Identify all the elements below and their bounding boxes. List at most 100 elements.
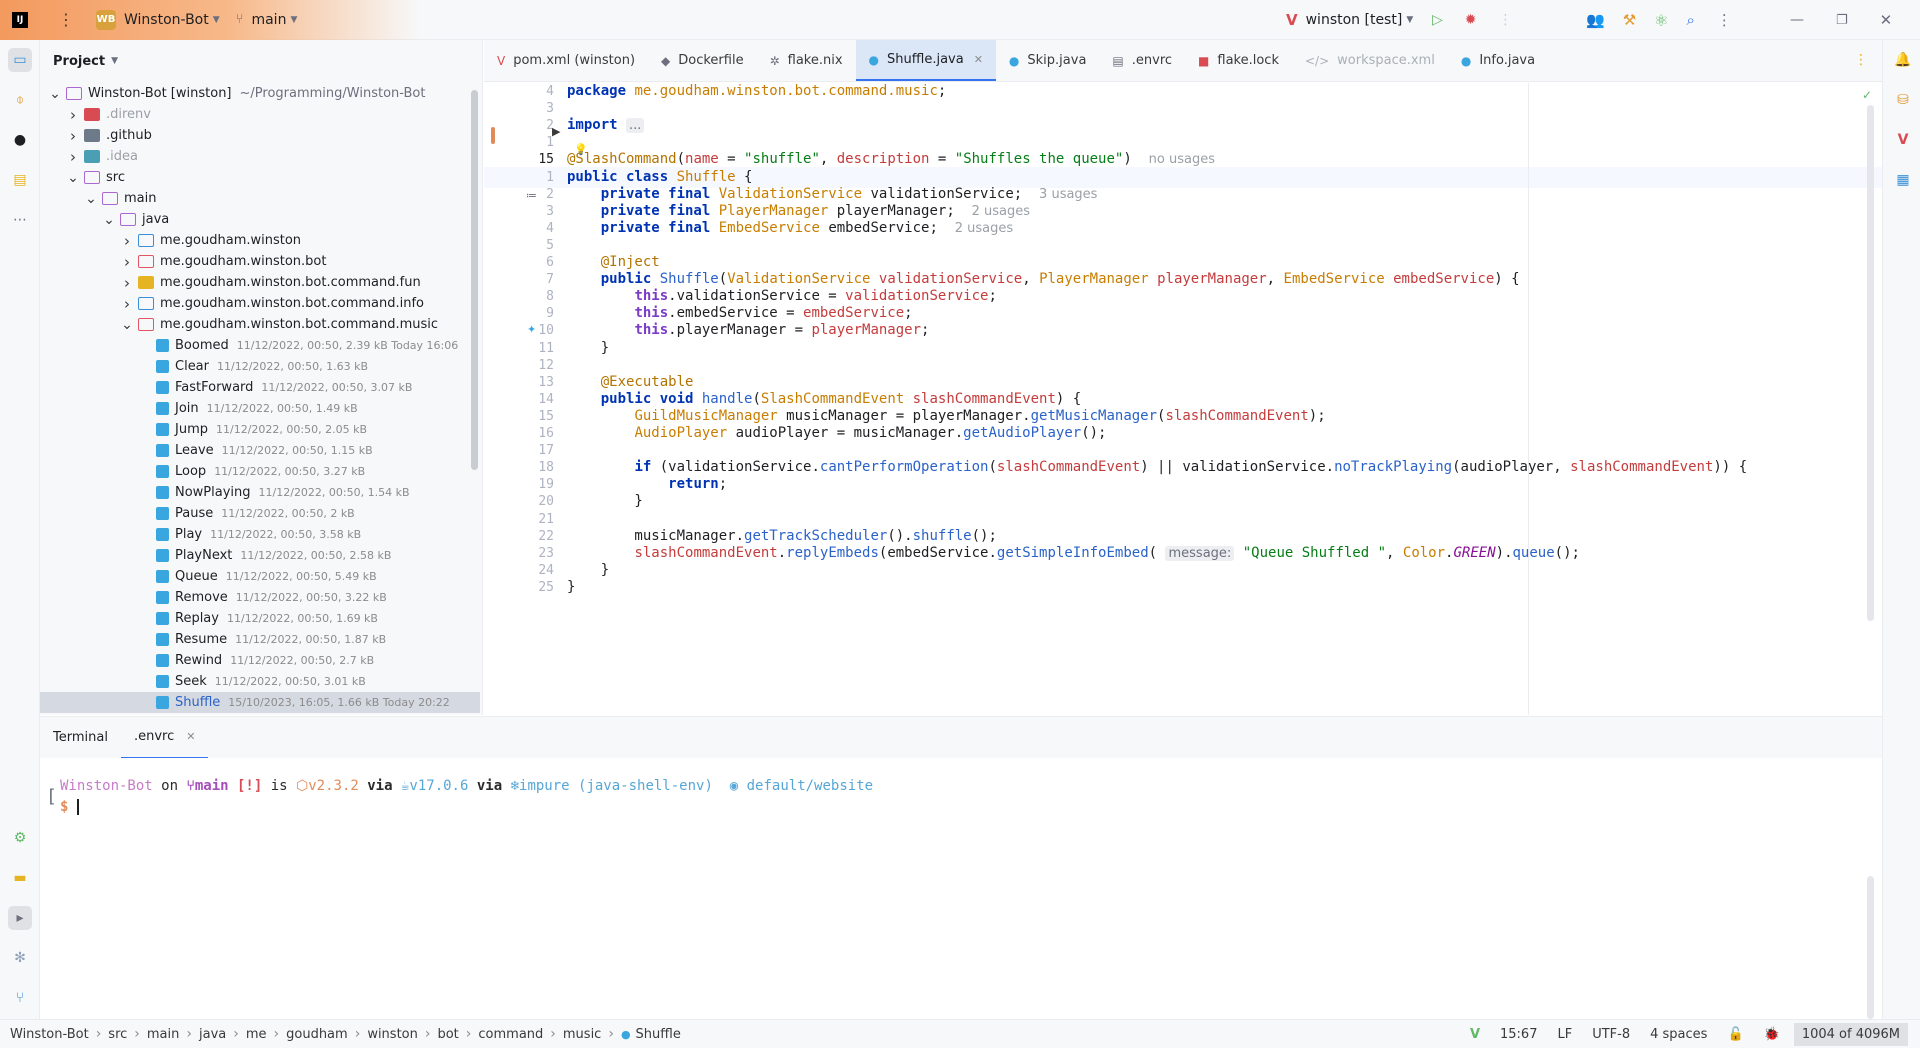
tree-item[interactable]: Boomed 11/12/2022, 00:50, 2.39 kB Today 1…: [40, 335, 480, 356]
breadcrumb-item[interactable]: winston: [367, 1027, 418, 1042]
code-line[interactable]: import ...: [567, 115, 645, 136]
injection-icon[interactable]: ✦: [527, 323, 536, 336]
editor-tab[interactable]: ◆ Dockerfile: [648, 40, 757, 81]
tree-item[interactable]: Shuffle 15/10/2023, 16:05, 1.66 kB Today …: [40, 692, 480, 713]
build-tools-icon[interactable]: ⚒: [1623, 11, 1636, 29]
project-scrollbar[interactable]: [471, 90, 478, 470]
editor-tab[interactable]: Vpom.xml (winston): [484, 40, 648, 81]
tree-item[interactable]: Queue 11/12/2022, 00:50, 5.49 kB: [40, 566, 480, 587]
code-line[interactable]: AudioPlayer audioPlayer = musicManager.g…: [567, 423, 1106, 444]
database-icon[interactable]: ⛁: [1891, 88, 1915, 112]
maven-icon[interactable]: V: [1891, 128, 1915, 152]
chevron-right-icon[interactable]: ›: [120, 253, 134, 271]
github-icon[interactable]: ●: [8, 128, 32, 152]
editor-tab[interactable]: ● Skip.java: [996, 40, 1100, 81]
terminal-tool-title[interactable]: Terminal: [40, 717, 121, 759]
code-with-me-icon[interactable]: 👥: [1586, 11, 1605, 29]
commit-icon[interactable]: ⌽: [8, 88, 32, 112]
line-number[interactable]: 25: [524, 577, 564, 598]
code-line[interactable]: }: [567, 491, 642, 512]
tree-item[interactable]: Pause 11/12/2022, 00:50, 2 kB: [40, 503, 480, 524]
editor-scrollbar[interactable]: [1867, 105, 1874, 621]
caret-position[interactable]: 15:67: [1500, 1027, 1537, 1042]
code-line[interactable]: }: [567, 338, 609, 359]
close-icon[interactable]: ✕: [186, 730, 195, 743]
git-icon[interactable]: ⑂: [8, 986, 32, 1010]
tree-item[interactable]: Loop 11/12/2022, 00:50, 3.27 kB: [40, 461, 480, 482]
breadcrumb-item[interactable]: Shuffle: [636, 1027, 681, 1042]
tree-item[interactable]: ⌄ src: [40, 167, 480, 188]
chevron-right-icon[interactable]: ›: [66, 106, 80, 124]
services-gear-icon[interactable]: ⚙: [8, 826, 32, 850]
code-editor[interactable]: 4 3 2 1 15 1 2 3 4 5 6 7 8 9 10 11 12 13 14 15 16 17 18 19 20 21 2…: [484, 83, 1882, 715]
breadcrumb-item[interactable]: goudham: [286, 1027, 348, 1042]
chevron-right-icon[interactable]: ›: [120, 274, 134, 292]
tree-item[interactable]: FastForward 11/12/2022, 00:50, 3.07 kB: [40, 377, 480, 398]
tree-item[interactable]: Replay 11/12/2022, 00:50, 1.69 kB: [40, 608, 480, 629]
tree-item[interactable]: Jump 11/12/2022, 00:50, 2.05 kB: [40, 419, 480, 440]
indent-setting[interactable]: 4 spaces: [1650, 1027, 1707, 1042]
app-logo-icon[interactable]: IJ: [12, 11, 28, 28]
breadcrumb-item[interactable]: command: [478, 1027, 543, 1042]
tree-item[interactable]: › .direnv: [40, 104, 480, 125]
chevron-right-icon[interactable]: ›: [120, 232, 134, 250]
chevron-down-icon[interactable]: ⌄: [84, 192, 98, 206]
problems-icon[interactable]: ✻: [8, 946, 32, 970]
terminal-icon[interactable]: ▸: [8, 906, 32, 930]
close-icon[interactable]: ✕: [1880, 11, 1893, 29]
tree-item[interactable]: NowPlaying 11/12/2022, 00:50, 1.54 kB: [40, 482, 480, 503]
vcs-change-marker[interactable]: [491, 127, 495, 144]
chevron-down-icon[interactable]: ⌄: [102, 213, 116, 227]
settings-menu-icon[interactable]: ⋮: [1717, 11, 1732, 29]
editor-tab[interactable]: ● Shuffle.java ✕: [855, 40, 996, 81]
tree-item[interactable]: Clear 11/12/2022, 00:50, 1.63 kB: [40, 356, 480, 377]
chevron-right-icon[interactable]: ›: [66, 148, 80, 166]
memory-indicator[interactable]: 1004 of 4096M: [1793, 1023, 1908, 1046]
breadcrumb-item[interactable]: main: [147, 1027, 179, 1042]
project-switcher[interactable]: WB Winston-Bot ▼: [74, 0, 220, 40]
code-line[interactable]: private final EmbedService embedService;…: [567, 218, 1013, 239]
tree-item[interactable]: ⌄ java: [40, 209, 480, 230]
tree-item[interactable]: Play 11/12/2022, 00:50, 3.58 kB: [40, 524, 480, 545]
code-line[interactable]: }: [567, 577, 575, 598]
debug-icon[interactable]: ✹: [1465, 12, 1477, 28]
tree-item[interactable]: ⌄ main: [40, 188, 480, 209]
fold-arrow-icon[interactable]: ▶: [552, 125, 560, 138]
tree-item[interactable]: Rewind 11/12/2022, 00:50, 2.7 kB: [40, 650, 480, 671]
tree-item[interactable]: › me.goudham.winston: [40, 230, 480, 251]
editor-tab[interactable]: </> workspace.xml: [1292, 40, 1448, 81]
code-line[interactable]: this.playerManager = playerManager;: [567, 320, 929, 341]
project-tool-icon[interactable]: ▭: [8, 48, 32, 72]
chevron-down-icon[interactable]: ⌄: [120, 318, 134, 332]
close-icon[interactable]: ✕: [974, 53, 983, 66]
todo-icon[interactable]: ▬: [8, 866, 32, 890]
run-config-selector[interactable]: V winston [test] ▼: [1286, 0, 1413, 40]
terminal-output[interactable]: [ Winston-Bot on ⑂main [!] is ⬡v2.3.2 vi…: [40, 758, 1882, 1019]
branch-switcher[interactable]: ⑂ main ▼: [236, 0, 298, 40]
tree-item[interactable]: › .idea: [40, 146, 480, 167]
chevron-right-icon[interactable]: ›: [120, 295, 134, 313]
code-line[interactable]: slashCommandEvent.replyEmbeds(embedServi…: [567, 543, 1580, 564]
tree-item[interactable]: › me.goudham.winston.bot.command.info: [40, 293, 480, 314]
restore-icon[interactable]: ❐: [1836, 13, 1848, 28]
tree-item[interactable]: Join 11/12/2022, 00:50, 1.49 kB: [40, 398, 480, 419]
inspection-ok-icon[interactable]: ✓: [1862, 88, 1872, 102]
tree-item[interactable]: › .github: [40, 125, 480, 146]
tree-item[interactable]: Remove 11/12/2022, 00:50, 3.22 kB: [40, 587, 480, 608]
search-icon[interactable]: ⌕: [1686, 11, 1694, 29]
minimize-icon[interactable]: —: [1790, 12, 1804, 28]
code-line[interactable]: package me.goudham.winston.bot.command.m…: [567, 83, 946, 102]
tree-item[interactable]: PlayNext 11/12/2022, 00:50, 2.58 kB: [40, 545, 480, 566]
main-menu-icon[interactable]: ⋮: [58, 10, 74, 29]
structure-icon[interactable]: ▤: [8, 168, 32, 192]
more-tools-icon[interactable]: ⋯: [8, 208, 32, 232]
tabs-more-icon[interactable]: ⋮: [1854, 52, 1868, 68]
more-actions-icon[interactable]: ⋮: [1499, 12, 1513, 28]
tree-item[interactable]: › me.goudham.winston.bot: [40, 251, 480, 272]
tree-item[interactable]: › me.goudham.winston.bot.command.fun: [40, 272, 480, 293]
line-ending[interactable]: LF: [1557, 1027, 1572, 1042]
editor-tab[interactable]: ▤ .envrc: [1099, 40, 1185, 81]
chevron-right-icon[interactable]: ›: [66, 127, 80, 145]
tree-item[interactable]: Leave 11/12/2022, 00:50, 1.15 kB: [40, 440, 480, 461]
breadcrumb-item[interactable]: me: [246, 1027, 267, 1042]
